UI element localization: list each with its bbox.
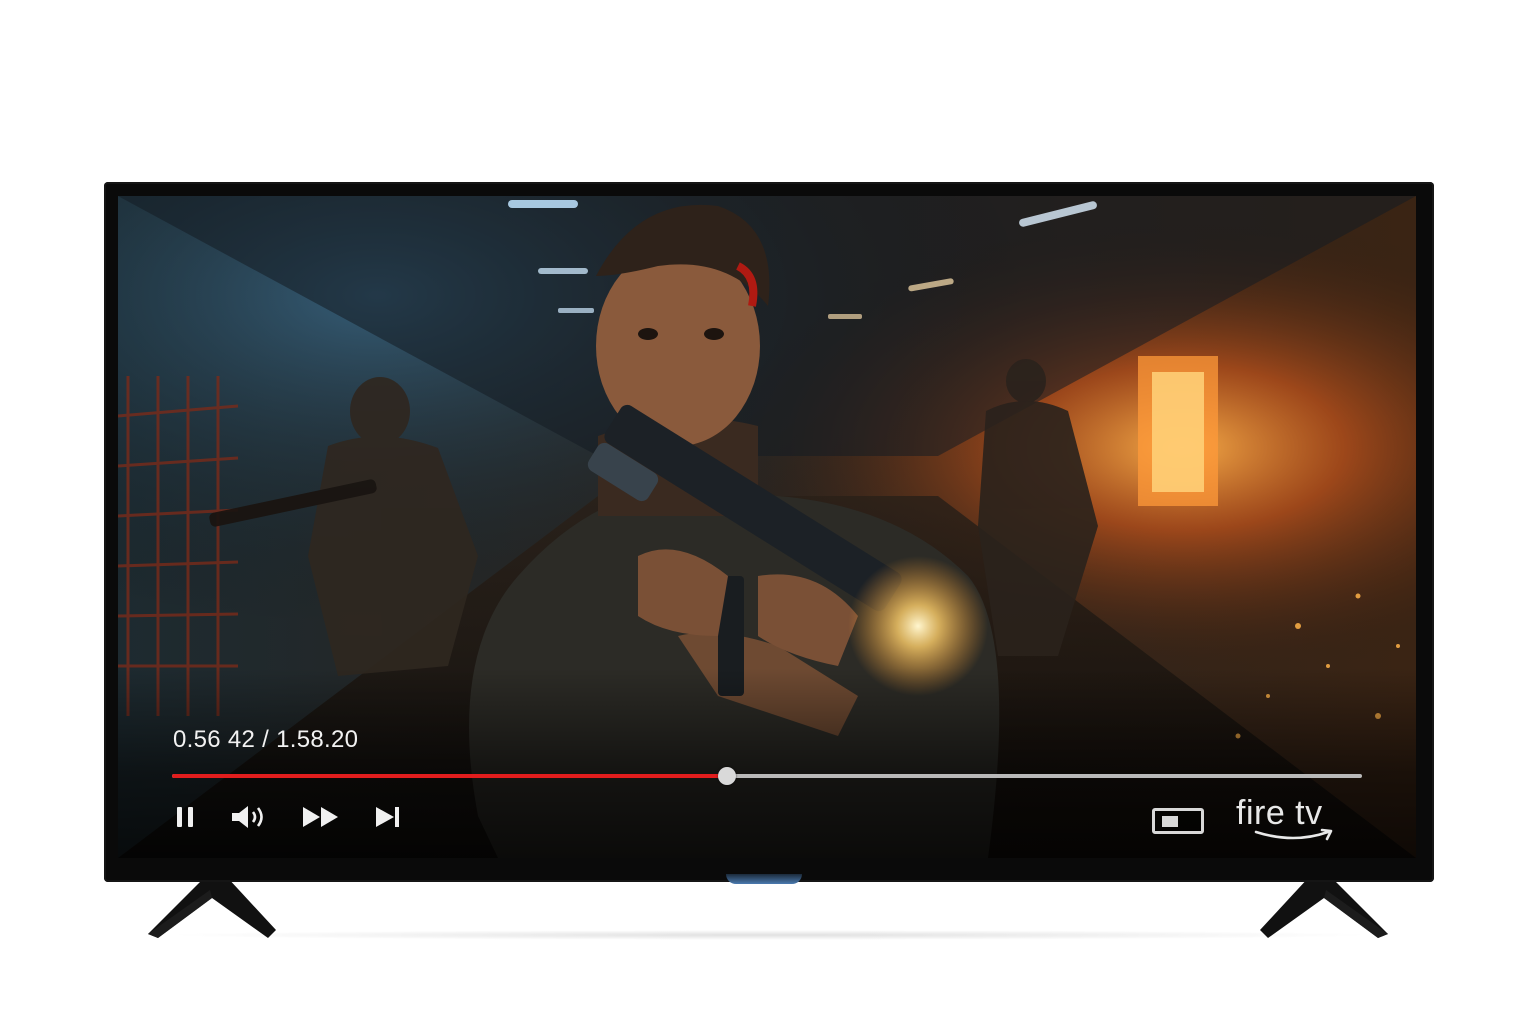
volume-icon	[232, 806, 263, 828]
floor-shadow	[160, 930, 1380, 940]
progress-played	[172, 774, 727, 778]
playback-controls	[174, 802, 436, 832]
smile-arrow-icon	[1254, 828, 1333, 841]
fire-tv-logo: fire tv	[1236, 796, 1340, 846]
fast-forward-button[interactable]	[302, 802, 340, 832]
scene: 0.56 42 / 1.58.20 fire tv	[0, 0, 1536, 1024]
progress-bar[interactable]	[172, 767, 1362, 785]
pause-icon	[177, 807, 193, 827]
skip-next-button[interactable]	[374, 802, 402, 832]
progress-scrubber-handle[interactable]	[717, 767, 736, 785]
video-screen[interactable]: 0.56 42 / 1.58.20 fire tv	[118, 196, 1416, 858]
tv-stand-right-foot	[1260, 876, 1388, 938]
tv-stand-left-foot	[148, 876, 276, 938]
secondary-controls: fire tv	[1152, 796, 1340, 846]
tv-power-led	[726, 874, 802, 884]
fast-forward-icon	[303, 807, 338, 827]
brand-logo-text: fire tv	[1236, 794, 1323, 832]
picture-in-picture-icon	[1162, 816, 1178, 827]
time-readout: 0.56 42 / 1.58.20	[173, 726, 359, 753]
pause-button[interactable]	[174, 802, 196, 832]
picture-in-picture-button[interactable]	[1152, 808, 1204, 834]
skip-next-icon	[376, 807, 399, 827]
volume-button[interactable]	[230, 802, 268, 832]
